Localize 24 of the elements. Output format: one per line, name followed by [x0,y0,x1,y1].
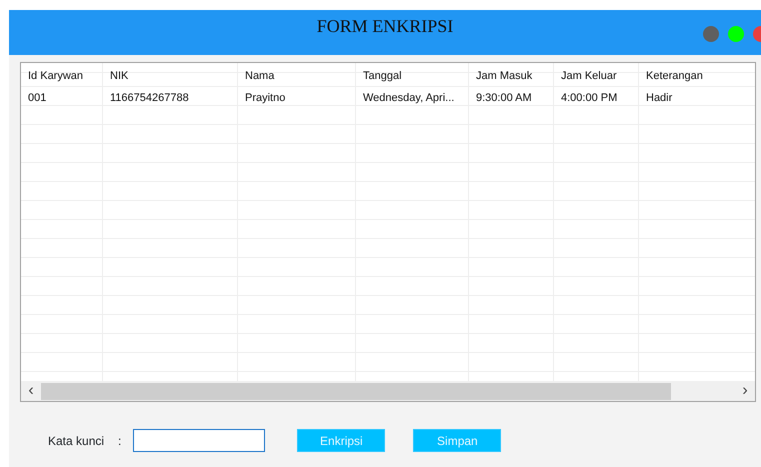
column-header[interactable]: NIK [103,63,238,87]
scroll-right-button[interactable]: › [735,382,755,400]
column-header[interactable]: Jam Masuk [469,63,554,87]
column-header[interactable]: Tanggal [356,63,469,87]
window-title: FORM ENKRIPSI [316,15,454,38]
window-control-dot[interactable] [703,26,719,42]
keyword-label: Kata kunci [48,432,104,450]
table-cell-text: 9:30:00 AM [475,91,533,106]
horizontal-scrollbar[interactable]: ‹ › [21,381,755,401]
window-control-dot[interactable] [728,26,744,42]
column-header[interactable]: Id Karywan [21,63,103,87]
table-cell-text: Prayitno [244,91,286,106]
table-cell-text: Hadir [645,91,674,106]
colon-label: : [118,432,122,450]
table-cell-text: Wednesday, Apri... [362,91,456,106]
column-header[interactable]: Jam Keluar [554,63,639,87]
scrollbar-thumb[interactable] [41,382,671,400]
table-cell-text: 1166754267788 [109,91,190,106]
column-header[interactable]: Nama [238,63,356,87]
keyword-input-field[interactable] [133,429,266,452]
table-cell-text: 001 [27,91,48,106]
column-header[interactable]: Keterangan [639,63,755,87]
table-cell-text: 4:00:00 PM [560,91,618,106]
scroll-left-button[interactable]: ‹ [21,382,41,400]
